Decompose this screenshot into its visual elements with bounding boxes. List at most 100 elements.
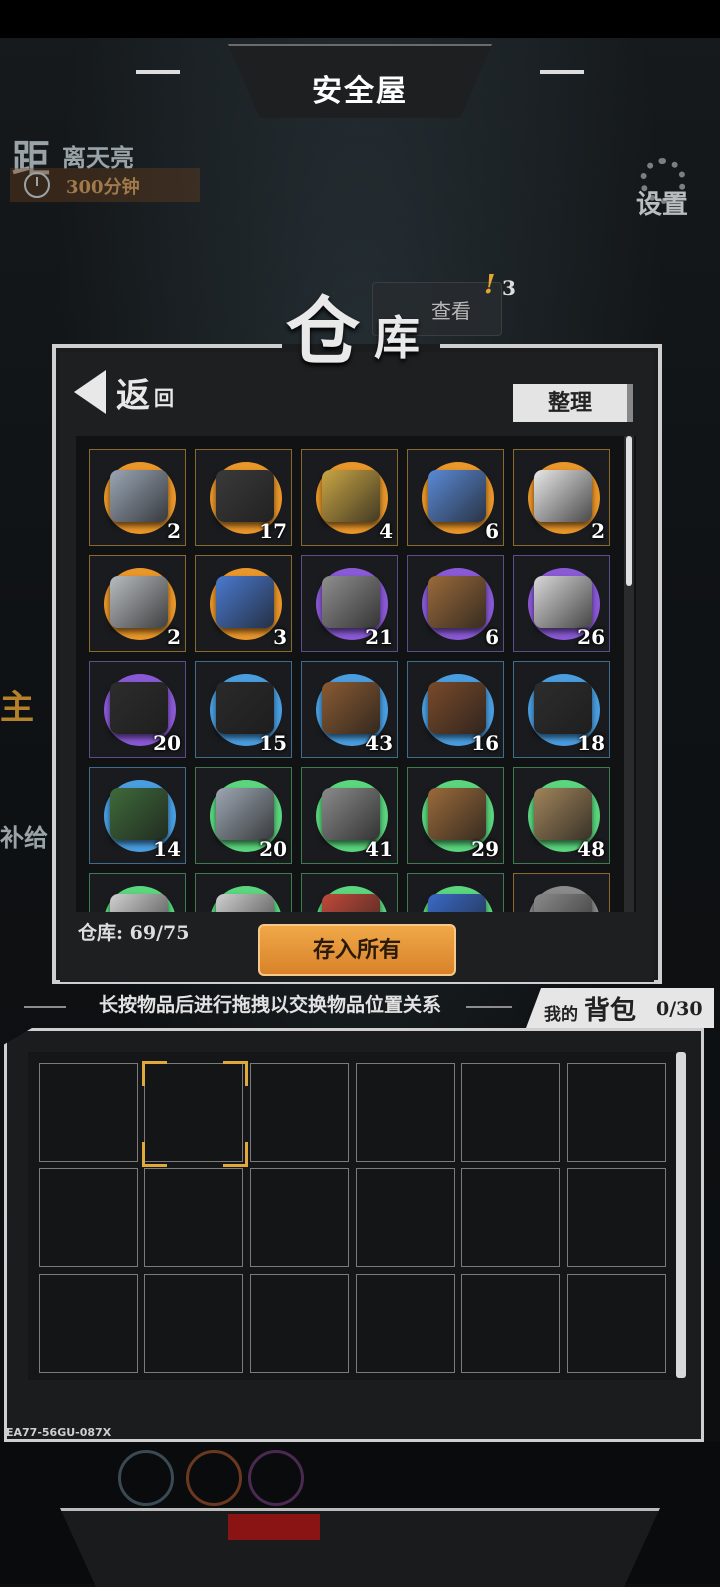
backpack-slot[interactable] <box>39 1274 138 1373</box>
item-slot[interactable]: 3 <box>195 555 292 652</box>
tape-icon <box>110 894 168 912</box>
backpack-slot[interactable] <box>567 1063 666 1162</box>
item-slot[interactable] <box>195 873 292 912</box>
item-slot[interactable]: 4 <box>301 449 398 546</box>
back-arrow-icon <box>74 370 106 414</box>
item-slot[interactable]: 15 <box>195 661 292 758</box>
item-count: 26 <box>577 625 605 649</box>
metal-ingots-icon <box>322 576 380 628</box>
item-slot[interactable]: 20 <box>195 767 292 864</box>
item-slot[interactable] <box>89 873 186 912</box>
item-slot[interactable]: 17 <box>195 449 292 546</box>
battery-icon <box>534 682 592 734</box>
backpack-tab-title: 背包 <box>584 996 637 1026</box>
backpack-slot[interactable] <box>250 1063 349 1162</box>
selection-corner <box>142 1061 167 1086</box>
wire-icon <box>322 894 380 912</box>
crystal-cube-icon <box>216 576 274 628</box>
mood-icon[interactable] <box>248 1450 304 1506</box>
white-cloth-icon <box>534 576 592 628</box>
clock-icon <box>24 172 50 198</box>
item-slot[interactable]: 43 <box>301 661 398 758</box>
item-slot[interactable]: 26 <box>513 555 610 652</box>
nuts-bolts-icon <box>322 788 380 840</box>
item-slot[interactable]: 41 <box>301 767 398 864</box>
item-slot[interactable]: 16 <box>407 661 504 758</box>
backpack-slot[interactable] <box>144 1168 243 1267</box>
backpack-slot[interactable] <box>144 1274 243 1373</box>
item-slot[interactable]: 2 <box>89 555 186 652</box>
sort-button[interactable]: 整理 <box>513 384 633 422</box>
selection-corner <box>223 1142 248 1167</box>
pipe-bundle-icon <box>216 470 274 522</box>
item-count: 14 <box>153 837 181 861</box>
panel-top-border-left <box>52 344 282 348</box>
side-supply-label[interactable]: 补给 <box>0 818 48 853</box>
item-count: 2 <box>167 519 181 543</box>
item-count: 6 <box>485 625 499 649</box>
back-button[interactable]: 返 回 <box>74 366 184 418</box>
bottom-plate <box>60 1508 660 1587</box>
backpack-slot[interactable] <box>567 1274 666 1373</box>
backpack-slot[interactable] <box>39 1063 138 1162</box>
item-slot[interactable]: 2 <box>513 449 610 546</box>
dawn-timer: 距 离天亮 300分钟 <box>10 120 200 206</box>
item-count: 41 <box>365 837 393 861</box>
backpack-grid[interactable] <box>28 1052 678 1380</box>
backpack-slot[interactable] <box>461 1274 560 1373</box>
item-slot[interactable] <box>513 873 610 912</box>
warehouse-scroll-thumb[interactable] <box>626 436 632 586</box>
warehouse-grid[interactable]: 2 17 4 6 2 2 3 21 6 26 20 15 43 16 18 14 20 41 29 48 <box>76 436 636 912</box>
wood-planks-icon <box>428 576 486 628</box>
gold-cloth-icon <box>322 470 380 522</box>
item-slot[interactable]: 14 <box>89 767 186 864</box>
item-slot[interactable]: 29 <box>407 767 504 864</box>
burlap-icon <box>534 788 592 840</box>
deposit-all-button[interactable]: 存入所有 <box>258 924 456 976</box>
backpack-scrollbar[interactable] <box>676 1052 686 1378</box>
item-slot[interactable]: 21 <box>301 555 398 652</box>
item-slot[interactable]: 2 <box>89 449 186 546</box>
settings-button[interactable]: 设置 <box>632 156 696 222</box>
item-count: 3 <box>273 625 287 649</box>
iron-ingots-icon <box>216 788 274 840</box>
water-icon[interactable] <box>118 1450 174 1506</box>
backpack-slot[interactable] <box>356 1063 455 1162</box>
microchip-icon <box>110 682 168 734</box>
backpack-slot[interactable] <box>250 1274 349 1373</box>
item-count: 16 <box>471 731 499 755</box>
backpack-slot[interactable] <box>356 1274 455 1373</box>
pills-icon <box>428 894 486 912</box>
backpack-slot[interactable] <box>567 1168 666 1267</box>
item-slot[interactable]: 6 <box>407 555 504 652</box>
backpack-slot[interactable] <box>356 1168 455 1267</box>
storage-count: 仓库: 69/75 <box>78 922 190 944</box>
stomach-icon[interactable] <box>186 1450 242 1506</box>
gas-canister-icon <box>110 576 168 628</box>
back-label-big: 返 <box>116 376 150 416</box>
item-slot[interactable] <box>407 873 504 912</box>
backpack-slot[interactable] <box>250 1168 349 1267</box>
settings-label: 设置 <box>636 190 689 220</box>
item-slot[interactable]: 6 <box>407 449 504 546</box>
item-count: 6 <box>485 519 499 543</box>
side-main-label[interactable]: 主 <box>0 680 34 729</box>
backpack-slot[interactable] <box>39 1168 138 1267</box>
timer-value: 300分钟 <box>66 177 140 198</box>
lumber-icon <box>428 788 486 840</box>
item-slot[interactable]: 20 <box>89 661 186 758</box>
backpack-tab: 我的 背包 0/30 <box>526 988 714 1028</box>
item-slot[interactable]: 48 <box>513 767 610 864</box>
item-slot[interactable]: 18 <box>513 661 610 758</box>
blue-bottle-icon <box>428 470 486 522</box>
backpack-slot[interactable] <box>461 1063 560 1162</box>
item-count: 21 <box>365 625 393 649</box>
drag-hint: 长按物品后进行拖拽以交换物品位置关系 <box>98 994 441 1016</box>
backpack-slot[interactable] <box>461 1168 560 1267</box>
item-count: 2 <box>167 625 181 649</box>
circuit-board-icon <box>110 788 168 840</box>
back-label-small: 回 <box>154 386 174 410</box>
item-count: 29 <box>471 837 499 861</box>
item-slot[interactable] <box>301 873 398 912</box>
coal-icon <box>216 682 274 734</box>
